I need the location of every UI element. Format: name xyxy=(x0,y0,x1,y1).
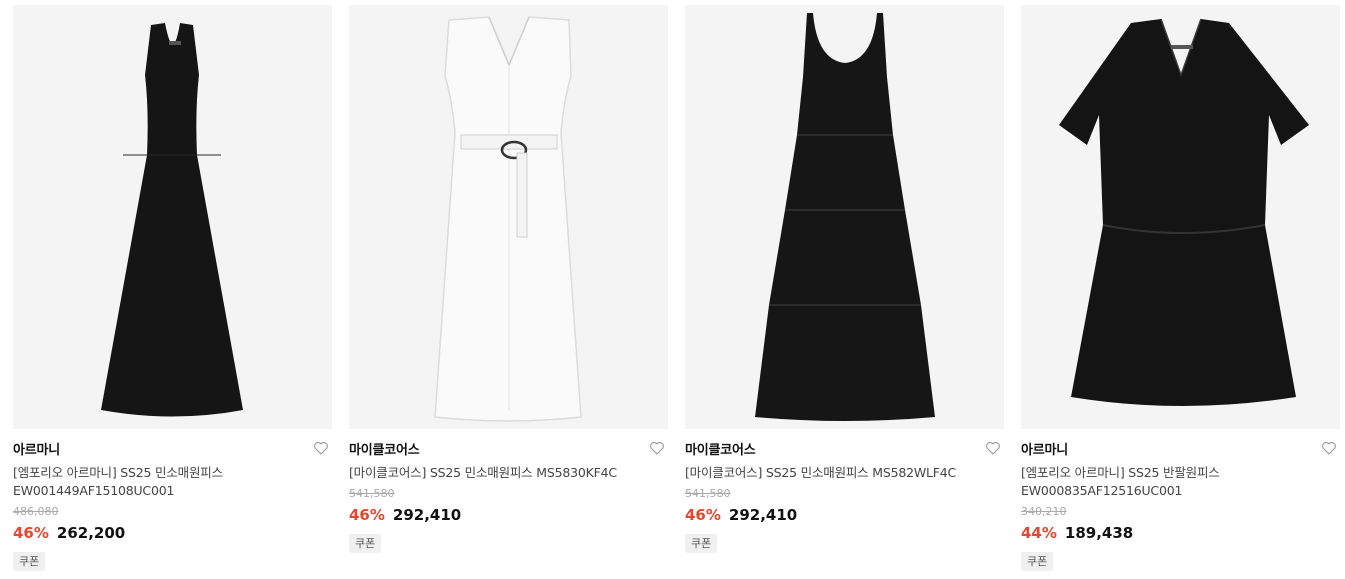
product-card[interactable]: 아르마니 [엠포리오 아르마니] SS25 반팔원피스 EW000835AF12… xyxy=(1021,5,1340,579)
sale-price: 292,410 xyxy=(728,506,798,524)
price-row: 46% 292,410 xyxy=(349,505,668,526)
heart-outline-icon[interactable] xyxy=(984,439,1002,457)
black-short-sleeve-dress-icon xyxy=(1059,18,1309,406)
coupon-badge: 쿠폰 xyxy=(1021,552,1054,571)
original-price: 486,080 xyxy=(13,505,59,518)
product-image[interactable] xyxy=(13,5,332,429)
discount-rate: 44% xyxy=(1021,524,1057,542)
discount-rate: 46% xyxy=(685,506,721,524)
sale-price: 292,410 xyxy=(392,506,462,524)
product-image[interactable] xyxy=(349,5,668,429)
product-image[interactable] xyxy=(685,5,1004,429)
price-row: 46% 292,410 xyxy=(685,505,1004,526)
product-card[interactable]: 마이클코어스 [마이클코어스] SS25 민소매원피스 MS5830KF4C 5… xyxy=(349,5,668,579)
product-card[interactable]: 아르마니 [엠포리오 아르마니] SS25 민소매원피스 EW001449AF1… xyxy=(13,5,332,579)
heart-outline-icon[interactable] xyxy=(648,439,666,457)
product-card[interactable]: 마이클코어스 [마이클코어스] SS25 민소매원피스 MS582WLF4C 5… xyxy=(685,5,1004,579)
discount-rate: 46% xyxy=(349,506,385,524)
product-brand[interactable]: 마이클코어스 xyxy=(685,441,1004,460)
product-brand[interactable]: 아르마니 xyxy=(1021,441,1340,460)
discount-rate: 46% xyxy=(13,524,49,542)
black-tiered-maxi-dress-icon xyxy=(755,13,935,421)
product-brand[interactable]: 아르마니 xyxy=(13,441,332,460)
product-name[interactable]: [엠포리오 아르마니] SS25 반팔원피스 EW000835AF12516UC… xyxy=(1021,464,1311,500)
coupon-badge: 쿠폰 xyxy=(349,534,382,553)
product-name[interactable]: [엠포리오 아르마니] SS25 민소매원피스 EW001449AF15108U… xyxy=(13,464,303,500)
product-name[interactable]: [마이클코어스] SS25 민소매원피스 MS582WLF4C xyxy=(685,464,975,482)
price-row: 46% 262,200 xyxy=(13,523,332,544)
heart-outline-icon[interactable] xyxy=(1320,439,1338,457)
product-grid: 아르마니 [엠포리오 아르마니] SS25 민소매원피스 EW001449AF1… xyxy=(0,0,1345,579)
black-sleeveless-dress-icon xyxy=(101,23,243,417)
original-price: 541,580 xyxy=(349,487,395,500)
original-price: 541,580 xyxy=(685,487,731,500)
product-image[interactable] xyxy=(1021,5,1340,429)
sale-price: 189,438 xyxy=(1064,524,1134,542)
product-name[interactable]: [마이클코어스] SS25 민소매원피스 MS5830KF4C xyxy=(349,464,639,482)
heart-outline-icon[interactable] xyxy=(312,439,330,457)
coupon-badge: 쿠폰 xyxy=(13,552,46,571)
original-price: 340,210 xyxy=(1021,505,1067,518)
price-row: 44% 189,438 xyxy=(1021,523,1340,544)
white-belted-dress-icon xyxy=(434,16,582,422)
product-brand[interactable]: 마이클코어스 xyxy=(349,441,668,460)
coupon-badge: 쿠폰 xyxy=(685,534,718,553)
sale-price: 262,200 xyxy=(56,524,126,542)
